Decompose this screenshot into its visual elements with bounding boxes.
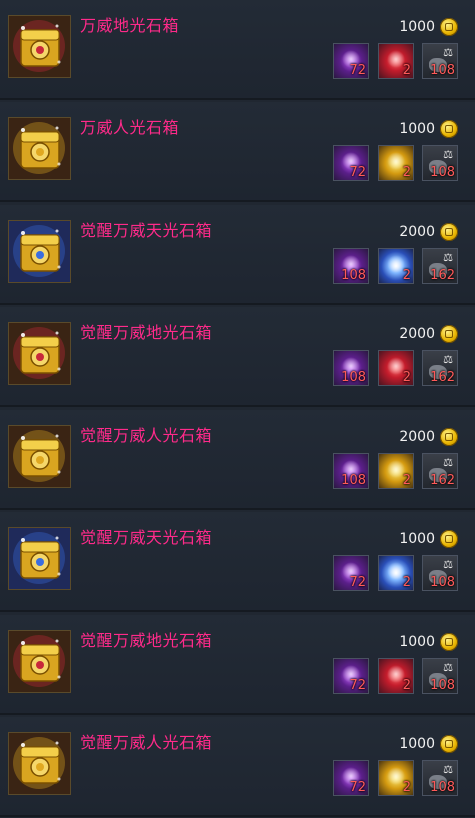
purple-crystal-icon[interactable]: 108: [333, 453, 369, 489]
gem-orb-icon[interactable]: 2: [378, 248, 414, 284]
gold-coin-icon: [440, 530, 458, 548]
material-quantity: 108: [341, 268, 366, 283]
ore-scale-icon[interactable]: ⚖ 162: [422, 453, 458, 489]
ore-scale-icon[interactable]: ⚖ 108: [422, 555, 458, 591]
item-price: 2000: [399, 326, 435, 342]
gem-orb-icon[interactable]: 2: [378, 43, 414, 79]
treasure-box-icon[interactable]: [8, 117, 71, 180]
material-quantity: 2: [402, 268, 411, 283]
treasure-box-icon[interactable]: [8, 322, 71, 385]
ore-scale-icon[interactable]: ⚖ 162: [422, 350, 458, 386]
ore-scale-icon[interactable]: ⚖ 108: [422, 658, 458, 694]
gold-coin-icon: [440, 428, 458, 446]
shop-item-row[interactable]: 觉醒万威人光石箱 2000 108 2 ⚖ 162: [0, 410, 475, 510]
shop-item-row[interactable]: 觉醒万威人光石箱 1000 72 2 ⚖ 108: [0, 717, 475, 817]
material-quantity: 72: [349, 678, 366, 693]
material-quantity: 72: [349, 575, 366, 590]
shop-item-row[interactable]: 万威人光石箱 1000 72 2 ⚖ 108: [0, 102, 475, 202]
item-price: 2000: [399, 224, 435, 240]
treasure-box-icon[interactable]: [8, 630, 71, 693]
item-price: 1000: [399, 19, 435, 35]
purple-crystal-icon[interactable]: 72: [333, 43, 369, 79]
material-quantity: 108: [341, 370, 366, 385]
treasure-box-icon[interactable]: [8, 527, 71, 590]
material-quantity: 108: [430, 678, 455, 693]
item-name: 万威人光石箱: [80, 118, 180, 137]
item-name: 觉醒万威地光石箱: [80, 323, 213, 342]
item-name: 觉醒万威天光石箱: [80, 221, 213, 240]
shop-item-row[interactable]: 万威地光石箱 1000 72 2 ⚖ 108: [0, 0, 475, 100]
gem-orb-icon[interactable]: 2: [378, 555, 414, 591]
ore-scale-icon[interactable]: ⚖ 108: [422, 760, 458, 796]
purple-crystal-icon[interactable]: 108: [333, 248, 369, 284]
material-quantity: 2: [402, 678, 411, 693]
treasure-box-icon[interactable]: [8, 220, 71, 283]
item-price: 1000: [399, 736, 435, 752]
gold-coin-icon: [440, 120, 458, 138]
material-quantity: 2: [402, 780, 411, 795]
gold-coin-icon: [440, 223, 458, 241]
ore-scale-icon[interactable]: ⚖ 108: [422, 145, 458, 181]
gold-coin-icon: [440, 18, 458, 36]
treasure-box-icon[interactable]: [8, 425, 71, 488]
item-price: 1000: [399, 121, 435, 137]
shop-item-row[interactable]: 觉醒万威地光石箱 1000 72 2 ⚖ 108: [0, 615, 475, 715]
purple-crystal-icon[interactable]: 72: [333, 658, 369, 694]
item-name: 觉醒万威天光石箱: [80, 528, 213, 547]
purple-crystal-icon[interactable]: 72: [333, 555, 369, 591]
material-quantity: 108: [430, 63, 455, 78]
item-name: 觉醒万威人光石箱: [80, 426, 213, 445]
shop-item-row[interactable]: 觉醒万威天光石箱 1000 72 2 ⚖ 108: [0, 512, 475, 612]
item-price: 1000: [399, 634, 435, 650]
material-quantity: 108: [341, 473, 366, 488]
ore-scale-icon[interactable]: ⚖ 108: [422, 43, 458, 79]
gem-orb-icon[interactable]: 2: [378, 760, 414, 796]
material-quantity: 162: [430, 268, 455, 283]
gold-coin-icon: [440, 633, 458, 651]
material-quantity: 108: [430, 780, 455, 795]
material-quantity: 2: [402, 165, 411, 180]
material-quantity: 162: [430, 473, 455, 488]
item-name: 觉醒万威人光石箱: [80, 733, 213, 752]
purple-crystal-icon[interactable]: 72: [333, 145, 369, 181]
gem-orb-icon[interactable]: 2: [378, 453, 414, 489]
treasure-box-icon[interactable]: [8, 15, 71, 78]
gem-orb-icon[interactable]: 2: [378, 350, 414, 386]
shop-item-row[interactable]: 觉醒万威天光石箱 2000 108 2 ⚖ 162: [0, 205, 475, 305]
gold-coin-icon: [440, 325, 458, 343]
purple-crystal-icon[interactable]: 72: [333, 760, 369, 796]
material-quantity: 72: [349, 780, 366, 795]
material-quantity: 2: [402, 575, 411, 590]
material-quantity: 108: [430, 575, 455, 590]
shop-item-list: 万威地光石箱 1000 72 2 ⚖ 108 万威人光石箱 1000 72 2 ⚖ 108 觉醒万威天光…: [0, 0, 475, 818]
treasure-box-icon[interactable]: [8, 732, 71, 795]
gold-coin-icon: [440, 735, 458, 753]
shop-item-row[interactable]: 觉醒万威地光石箱 2000 108 2 ⚖ 162: [0, 307, 475, 407]
material-quantity: 162: [430, 370, 455, 385]
ore-scale-icon[interactable]: ⚖ 162: [422, 248, 458, 284]
material-quantity: 2: [402, 473, 411, 488]
material-quantity: 72: [349, 165, 366, 180]
item-price: 2000: [399, 429, 435, 445]
item-name: 觉醒万威地光石箱: [80, 631, 213, 650]
item-price: 1000: [399, 531, 435, 547]
gem-orb-icon[interactable]: 2: [378, 658, 414, 694]
gem-orb-icon[interactable]: 2: [378, 145, 414, 181]
material-quantity: 2: [402, 370, 411, 385]
material-quantity: 72: [349, 63, 366, 78]
material-quantity: 108: [430, 165, 455, 180]
purple-crystal-icon[interactable]: 108: [333, 350, 369, 386]
item-name: 万威地光石箱: [80, 16, 180, 35]
material-quantity: 2: [402, 63, 411, 78]
